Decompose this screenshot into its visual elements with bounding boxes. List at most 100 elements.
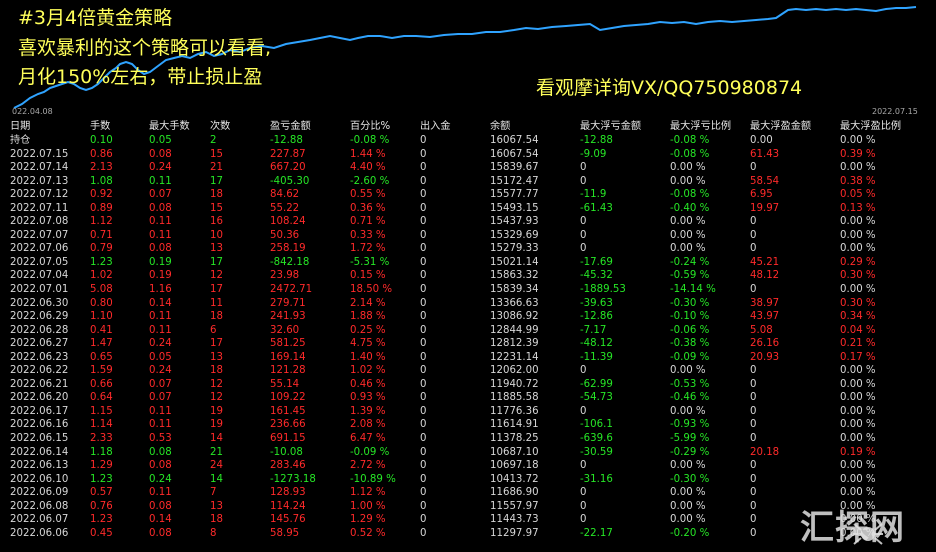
table-row[interactable]: 2022.06.27 1.47 0.24 17 581.25 4.75 % 0 12812.3…	[0, 337, 936, 351]
table-cell: 121.28	[270, 365, 306, 377]
table-row[interactable]: 2022.06.28 0.41 0.11 6 32.60 0.25 % 0 12844.99 -…	[0, 324, 936, 338]
table-row[interactable]: 2022.07.01 5.08 1.16 17 2472.71 18.50 % 0 15839…	[0, 283, 936, 297]
table-cell: 0.00 %	[670, 229, 706, 241]
table-cell: 0	[420, 514, 427, 526]
column-header[interactable]: 百分比%	[350, 120, 390, 134]
table-cell: 2022.07.04	[10, 270, 69, 282]
table-cell: 0.00 %	[840, 392, 876, 404]
table-cell: 0.07	[149, 392, 172, 404]
table-cell: 4.40 %	[350, 162, 386, 174]
table-cell: 16067.54	[490, 148, 539, 160]
table-row[interactable]: 2022.06.29 1.10 0.11 18 241.93 1.88 % 0 13086.9…	[0, 310, 936, 324]
column-header[interactable]: 日期	[10, 120, 30, 134]
table-row[interactable]: 2022.06.21 0.66 0.07 12 55.14 0.46 % 0 11940.72…	[0, 378, 936, 392]
overlay-line-2: 喜欢暴利的这个策略可以看看,	[18, 37, 272, 59]
table-row[interactable]: 2022.06.10 1.23 0.24 14 -1273.18 -10.89 % 0 104…	[0, 473, 936, 487]
table-cell: 48.12	[750, 270, 780, 282]
table-row[interactable]: 2022.07.14 2.13 0.24 21 667.20 4.40 % 0 15839.6…	[0, 161, 936, 175]
table-row[interactable]: 2022.07.12 0.92 0.07 18 84.62 0.55 % 0 15577.77…	[0, 188, 936, 202]
table-row[interactable]: 2022.06.23 0.65 0.05 13 169.14 1.40 % 0 12231.1…	[0, 351, 936, 365]
table-cell: 0.24	[149, 338, 172, 350]
table-row[interactable]: 2022.07.11 0.89 0.08 15 55.22 0.36 % 0 15493.15…	[0, 202, 936, 216]
table-cell: 15279.33	[490, 243, 539, 255]
table-cell: 2022.07.08	[10, 216, 69, 228]
table-row[interactable]: 2022.07.15 0.86 0.08 15 227.87 1.44 % 0 16067.5…	[0, 148, 936, 162]
table-cell: 0	[750, 419, 757, 431]
table-cell: 0.11	[149, 311, 172, 323]
table-cell: 0	[420, 392, 427, 404]
table-cell: 1.02	[90, 270, 113, 282]
table-cell: 0.00 %	[840, 419, 876, 431]
table-row[interactable]: 2022.06.15 2.33 0.53 14 691.15 6.47 % 0 11378.2…	[0, 432, 936, 446]
table-row[interactable]: 2022.06.20 0.64 0.07 12 109.22 0.93 % 0 11885.5…	[0, 391, 936, 405]
column-header[interactable]: 余额	[490, 120, 510, 134]
table-cell: 0.00 %	[840, 284, 876, 296]
table-row[interactable]: 2022.06.17 1.15 0.11 19 161.45 1.39 % 0 11776.3…	[0, 405, 936, 419]
table-cell: -22.17	[580, 527, 613, 539]
table-cell: 18	[210, 514, 223, 526]
column-header[interactable]: 最大浮亏比例	[670, 120, 731, 134]
column-header[interactable]: 手数	[90, 120, 110, 134]
table-cell: 0.55 %	[350, 189, 386, 201]
table-row[interactable]: 2022.06.16 1.14 0.11 19 236.66 2.08 % 0 11614.9…	[0, 418, 936, 432]
table-cell: 11	[210, 297, 223, 309]
table-cell: -0.08 %	[670, 148, 710, 160]
table-row[interactable]: 2022.07.13 1.08 0.11 17 -405.30 -2.60 % 0 15172…	[0, 175, 936, 189]
table-cell: 0.08	[149, 446, 172, 458]
table-cell: 58.54	[750, 175, 780, 187]
table-cell: 0	[420, 216, 427, 228]
table-row[interactable]: 2022.07.08 1.12 0.11 16 108.24 0.71 % 0 15437.9…	[0, 215, 936, 229]
table-cell: 10	[210, 229, 223, 241]
table-cell: -5.99 %	[670, 433, 710, 445]
table-cell: 24	[210, 460, 223, 472]
table-cell: 0	[420, 243, 427, 255]
table-row[interactable]: 2022.06.07 1.23 0.14 18 145.76 1.29 % 0 11443.7…	[0, 513, 936, 527]
table-row[interactable]: 2022.06.09 0.57 0.11 7 128.93 1.12 % 0 11686.90…	[0, 486, 936, 500]
table-cell: -62.99	[580, 378, 613, 390]
table-row[interactable]: 2022.07.05 1.23 0.19 17 -842.18 -5.31 % 0 15021…	[0, 256, 936, 270]
table-row[interactable]: 2022.06.22 1.59 0.24 18 121.28 1.02 % 0 12062.0…	[0, 364, 936, 378]
table-cell: 0.66	[90, 378, 113, 390]
table-cell: 0	[580, 514, 587, 526]
table-cell: 0	[420, 365, 427, 377]
table-row[interactable]: 2022.07.04 1.02 0.19 12 23.98 0.15 % 0 15863.32…	[0, 269, 936, 283]
table-cell: 20.93	[750, 351, 780, 363]
column-header[interactable]: 最大手数	[149, 120, 190, 134]
table-cell: 12	[210, 378, 223, 390]
table-cell: 0.24	[149, 365, 172, 377]
table-row[interactable]: 2022.06.30 0.80 0.14 11 279.71 2.14 % 0 13366.6…	[0, 297, 936, 311]
table-cell: 0.71	[90, 229, 113, 241]
column-header[interactable]: 盈亏金额	[270, 120, 311, 134]
table-cell: 2022.06.23	[10, 351, 69, 363]
table-cell: 58.95	[270, 527, 300, 539]
table-cell: 0	[750, 229, 757, 241]
table-row[interactable]: 2022.06.13 1.29 0.08 24 283.46 2.72 % 0 10697.1…	[0, 459, 936, 473]
table-row[interactable]: 2022.06.14 1.18 0.08 21 -10.08 -0.09 % 0 10687.…	[0, 446, 936, 460]
table-cell: 19	[210, 419, 223, 431]
table-cell: 0	[750, 162, 757, 174]
table-cell: 45.21	[750, 256, 780, 268]
table-cell: 12812.39	[490, 338, 539, 350]
column-header[interactable]: 最大浮盈比例	[840, 120, 901, 134]
column-header[interactable]: 出入金	[420, 120, 451, 134]
column-header[interactable]: 次数	[210, 120, 230, 134]
table-cell: 0.34 %	[840, 311, 876, 323]
table-cell: 581.25	[270, 338, 306, 350]
table-cell: 0.00 %	[840, 229, 876, 241]
table-cell: 17	[210, 284, 223, 296]
table-row[interactable]: 2022.06.06 0.45 0.08 8 58.95 0.52 % 0 11297.97 -…	[0, 527, 936, 541]
table-cell: 2022.07.13	[10, 175, 69, 187]
table-cell: 0	[750, 284, 757, 296]
table-cell: -842.18	[270, 256, 310, 268]
table-row[interactable]: 2022.06.08 0.76 0.08 13 114.24 1.00 % 0 11557.9…	[0, 500, 936, 514]
column-header[interactable]: 最大浮盈金额	[750, 120, 811, 134]
table-row[interactable]: 2022.07.06 0.79 0.08 13 258.19 1.72 % 0 15279.3…	[0, 242, 936, 256]
table-cell: 0.00 %	[670, 405, 706, 417]
column-header[interactable]: 最大浮亏金额	[580, 120, 641, 134]
table-row[interactable]: 2022.07.07 0.71 0.11 10 50.36 0.33 % 0 15329.69…	[0, 229, 936, 243]
table-cell: 0	[750, 243, 757, 255]
table-cell: 0.00 %	[670, 243, 706, 255]
table-cell: 0	[420, 148, 427, 160]
table-cell: -0.59 %	[670, 270, 710, 282]
table-row[interactable]: 持仓 0.10 0.05 2 -12.88 -0.08 % 0 16067.54 -12.88 -…	[0, 134, 936, 148]
